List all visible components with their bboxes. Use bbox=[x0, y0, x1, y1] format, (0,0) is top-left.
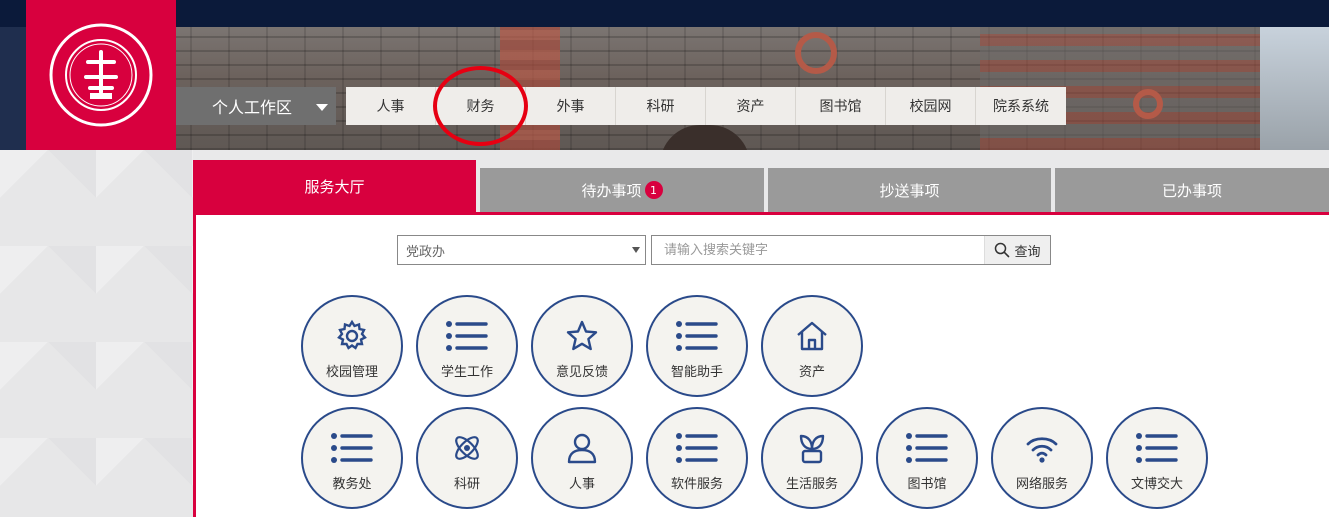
service-label: 文博交大 bbox=[1130, 476, 1183, 492]
tab-label: 已办事项 bbox=[1161, 181, 1222, 200]
search-icon bbox=[995, 242, 1010, 258]
service-label: 智能助手 bbox=[670, 364, 723, 380]
list-icon bbox=[446, 320, 488, 351]
pending-count-badge: 1 bbox=[644, 181, 663, 199]
university-logo[interactable] bbox=[26, 0, 176, 150]
service-academic-affairs[interactable]: 教务处 bbox=[301, 407, 403, 509]
tab-bar: 服务大厅 待办事项 1 抄送事项 已办事项 bbox=[193, 160, 1329, 212]
seal-icon bbox=[49, 23, 153, 127]
nav-item-assets[interactable]: 资产 bbox=[706, 87, 796, 125]
department-value: 党政办 bbox=[406, 244, 446, 260]
annotation-circle bbox=[433, 66, 528, 146]
nav-item-hr[interactable]: 人事 bbox=[346, 87, 436, 125]
service-label: 软件服务 bbox=[670, 476, 723, 492]
service-feedback[interactable]: 意见反馈 bbox=[531, 295, 633, 397]
service-label: 教务处 bbox=[332, 476, 372, 492]
service-library[interactable]: 图书馆 bbox=[876, 407, 978, 509]
list-icon bbox=[331, 432, 373, 463]
tab-service-hall[interactable]: 服务大厅 bbox=[193, 160, 476, 212]
service-label: 网络服务 bbox=[1015, 476, 1068, 492]
service-research[interactable]: 科研 bbox=[416, 407, 518, 509]
banner-window bbox=[660, 125, 750, 150]
service-life[interactable]: 生活服务 bbox=[761, 407, 863, 509]
star-icon bbox=[566, 320, 598, 350]
gear-icon bbox=[337, 319, 367, 350]
service-software[interactable]: 软件服务 bbox=[646, 407, 748, 509]
service-label: 人事 bbox=[568, 476, 595, 492]
tab-label: 抄送事项 bbox=[879, 181, 940, 200]
tab-label: 服务大厅 bbox=[304, 177, 365, 196]
list-icon bbox=[1136, 432, 1178, 463]
nav-item-library[interactable]: 图书馆 bbox=[796, 87, 886, 125]
banner-rosette bbox=[795, 32, 837, 74]
nav-item-department-systems[interactable]: 院系系统 bbox=[976, 87, 1066, 125]
service-label: 学生工作 bbox=[440, 364, 493, 380]
search-button-label: 查询 bbox=[1014, 244, 1041, 260]
person-icon bbox=[567, 433, 597, 463]
tab-done[interactable]: 已办事项 bbox=[1055, 168, 1329, 212]
service-label: 科研 bbox=[453, 476, 480, 492]
banner-sky bbox=[1260, 27, 1329, 150]
tab-pending[interactable]: 待办事项 1 bbox=[480, 168, 764, 212]
service-museum[interactable]: 文博交大 bbox=[1106, 407, 1208, 509]
home-icon bbox=[797, 321, 827, 350]
tab-cc[interactable]: 抄送事项 bbox=[768, 168, 1051, 212]
service-student-affairs[interactable]: 学生工作 bbox=[416, 295, 518, 397]
chevron-down-icon bbox=[632, 247, 640, 253]
workspace-label: 个人工作区 bbox=[212, 98, 293, 117]
service-label: 资产 bbox=[798, 364, 825, 380]
search-bar: 查询 bbox=[651, 235, 1051, 265]
search-button[interactable]: 查询 bbox=[984, 236, 1050, 264]
plant-icon bbox=[799, 434, 825, 463]
service-label: 图书馆 bbox=[907, 476, 947, 492]
service-smart-assistant[interactable]: 智能助手 bbox=[646, 295, 748, 397]
service-campus-management[interactable]: 校园管理 bbox=[301, 295, 403, 397]
left-decoration bbox=[0, 150, 193, 517]
department-select[interactable]: 党政办 bbox=[397, 235, 646, 265]
nav-item-research[interactable]: 科研 bbox=[616, 87, 706, 125]
banner-rosette bbox=[1133, 89, 1163, 119]
search-input[interactable] bbox=[652, 236, 984, 264]
chevron-down-icon bbox=[316, 104, 328, 111]
tab-label: 待办事项 bbox=[581, 181, 642, 200]
top-strip bbox=[0, 0, 1329, 27]
nav-item-foreign-affairs[interactable]: 外事 bbox=[526, 87, 616, 125]
atom-icon bbox=[455, 435, 479, 460]
list-icon bbox=[676, 320, 718, 351]
service-network[interactable]: 网络服务 bbox=[991, 407, 1093, 509]
wifi-icon bbox=[1026, 436, 1058, 463]
service-label: 意见反馈 bbox=[555, 364, 608, 380]
service-label: 校园管理 bbox=[325, 364, 378, 380]
service-label: 生活服务 bbox=[785, 476, 838, 492]
service-hr[interactable]: 人事 bbox=[531, 407, 633, 509]
service-assets[interactable]: 资产 bbox=[761, 295, 863, 397]
list-icon bbox=[906, 432, 948, 463]
list-icon bbox=[676, 432, 718, 463]
nav-item-campus-network[interactable]: 校园网 bbox=[886, 87, 976, 125]
workspace-dropdown[interactable]: 个人工作区 bbox=[176, 87, 336, 125]
